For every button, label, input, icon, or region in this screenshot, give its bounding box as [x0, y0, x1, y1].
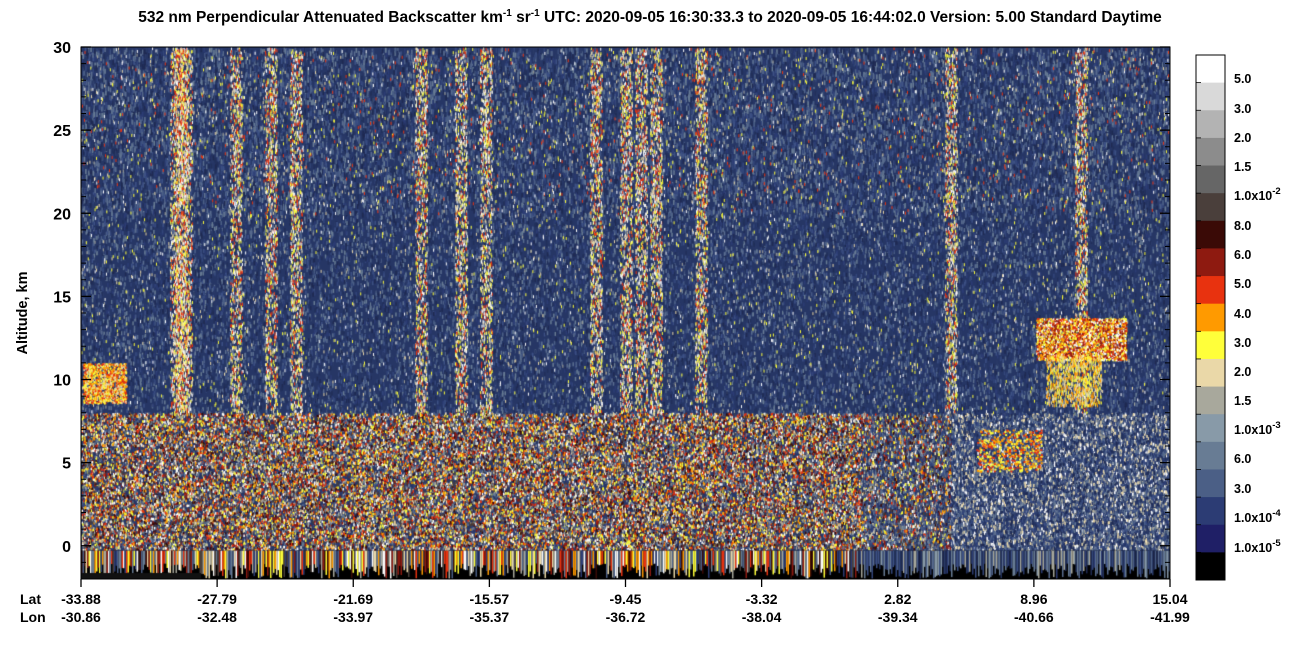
- lon-tick-label: -36.72: [606, 609, 646, 625]
- colorbar-label-value: 1.0x10: [1234, 189, 1272, 203]
- colorbar-label: 6.0: [1234, 452, 1251, 466]
- lon-tick-label: -39.34: [878, 609, 918, 625]
- colorbar-label: 1.0x10-4: [1234, 508, 1281, 525]
- colorbar-label-value: 5.0: [1234, 72, 1251, 86]
- colorbar-label-exponent: -3: [1272, 420, 1280, 431]
- lat-tick-label: 2.82: [884, 591, 911, 607]
- colorbar-swatch: [1196, 469, 1225, 498]
- colorbar-label-value: 6.0: [1234, 248, 1251, 262]
- colorbar-label: 5.0: [1234, 72, 1251, 86]
- colorbar-label-value: 6.0: [1234, 452, 1251, 466]
- colorbar-swatch: [1196, 193, 1225, 222]
- lon-tick-label: -32.48: [197, 609, 237, 625]
- colorbar-label-value: 8.0: [1234, 219, 1251, 233]
- colorbar-label-value: 1.0x10: [1234, 541, 1272, 555]
- colorbar-label: 8.0: [1234, 219, 1251, 233]
- y-tick-label: 10: [53, 373, 71, 390]
- colorbar-label: 4.0: [1234, 307, 1251, 321]
- backscatter-heatmap-image: [81, 47, 1170, 579]
- x-axis: -33.88 -30.86 -27.79 -32.48 -21.69 -33.97 -15.…: [20, 579, 1190, 625]
- lon-row-label: Lon: [20, 609, 46, 625]
- lat-tick-label: -9.45: [610, 591, 642, 607]
- y-tick-label: 5: [62, 456, 71, 473]
- lon-tick-label: -35.37: [470, 609, 510, 625]
- colorbar-swatch: [1196, 358, 1225, 388]
- lon-tick-label: -40.66: [1014, 609, 1054, 625]
- colorbar-label-value: 1.0x10: [1234, 423, 1272, 437]
- lat-tick-label: 8.96: [1020, 591, 1047, 607]
- colorbar-label-value: 3.0: [1234, 102, 1251, 116]
- colorbar-label: 5.0: [1234, 277, 1251, 291]
- colorbar-swatch: [1196, 303, 1225, 332]
- lat-tick-label: -21.69: [333, 591, 373, 607]
- colorbar-swatch: [1196, 137, 1225, 167]
- colorbar-label: 2.0: [1234, 365, 1251, 379]
- y-tick-label: 25: [53, 123, 71, 140]
- colorbar-swatch: [1196, 386, 1225, 415]
- colorbar-label-value: 3.0: [1234, 336, 1251, 350]
- colorbar-swatch: [1196, 441, 1225, 470]
- colorbar-swatch: [1196, 220, 1225, 249]
- lat-row-label: Lat: [20, 591, 41, 607]
- colorbar-swatch: [1196, 552, 1225, 581]
- colorbar-label: 3.0: [1234, 482, 1251, 496]
- colorbar: 5.03.02.01.51.0x10-28.06.05.04.03.02.01.…: [1195, 54, 1281, 581]
- colorbar-label-value: 2.0: [1234, 131, 1251, 145]
- colorbar-swatch: [1196, 110, 1225, 139]
- colorbar-swatch: [1196, 497, 1225, 526]
- colorbar-swatch: [1196, 165, 1225, 194]
- colorbar-label-value: 3.0: [1234, 482, 1251, 496]
- lon-tick-label: -33.97: [333, 609, 373, 625]
- colorbar-label: 1.5: [1234, 394, 1251, 408]
- colorbar-swatch: [1196, 414, 1225, 443]
- y-tick-label: 0: [62, 539, 71, 556]
- colorbar-label: 1.0x10-5: [1234, 538, 1281, 555]
- colorbar-swatch: [1196, 331, 1225, 360]
- colorbar-label: 6.0: [1234, 248, 1251, 262]
- lat-tick-label: -27.79: [197, 591, 237, 607]
- lat-tick-label: -3.32: [746, 591, 778, 607]
- colorbar-label: 1.5: [1234, 160, 1251, 174]
- chart: 0 5 10 15 20 25 30 Altitude, km -33.88 -30.86 -27…: [15, 40, 1281, 625]
- backscatter-image: [81, 47, 1170, 579]
- colorbar-label: 2.0: [1234, 131, 1251, 145]
- lat-tick-label: 15.04: [1152, 591, 1187, 607]
- colorbar-swatch: [1196, 276, 1225, 305]
- colorbar-label-value: 2.0: [1234, 365, 1251, 379]
- colorbar-label-value: 4.0: [1234, 307, 1251, 321]
- colorbar-label-value: 5.0: [1234, 277, 1251, 291]
- colorbar-label: 1.0x10-3: [1234, 420, 1281, 437]
- colorbar-label-exponent: -4: [1272, 508, 1281, 519]
- colorbar-label: 1.0x10-2: [1234, 186, 1281, 203]
- colorbar-swatch: [1196, 524, 1225, 553]
- y-axis-label: Altitude, km: [15, 272, 31, 355]
- lon-tick-label: -30.86: [61, 609, 101, 625]
- colorbar-label-value: 1.5: [1234, 160, 1251, 174]
- lon-tick-label: -41.99: [1150, 609, 1190, 625]
- colorbar-label-exponent: -2: [1272, 186, 1280, 197]
- lon-tick-label: -38.04: [742, 609, 782, 625]
- colorbar-label: 3.0: [1234, 102, 1251, 116]
- colorbar-label-value: 1.5: [1234, 394, 1251, 408]
- colorbar-label: 3.0: [1234, 336, 1251, 350]
- y-tick-label: 20: [53, 206, 71, 223]
- lat-tick-label: -33.88: [61, 591, 101, 607]
- colorbar-swatch: [1196, 248, 1225, 277]
- lat-tick-label: -15.57: [470, 591, 510, 607]
- colorbar-label-value: 1.0x10: [1234, 511, 1272, 525]
- y-tick-label: 15: [53, 289, 71, 306]
- colorbar-swatch: [1196, 55, 1225, 84]
- y-tick-label: 30: [53, 40, 71, 57]
- colorbar-label-exponent: -5: [1272, 538, 1281, 549]
- colorbar-swatch: [1196, 82, 1225, 111]
